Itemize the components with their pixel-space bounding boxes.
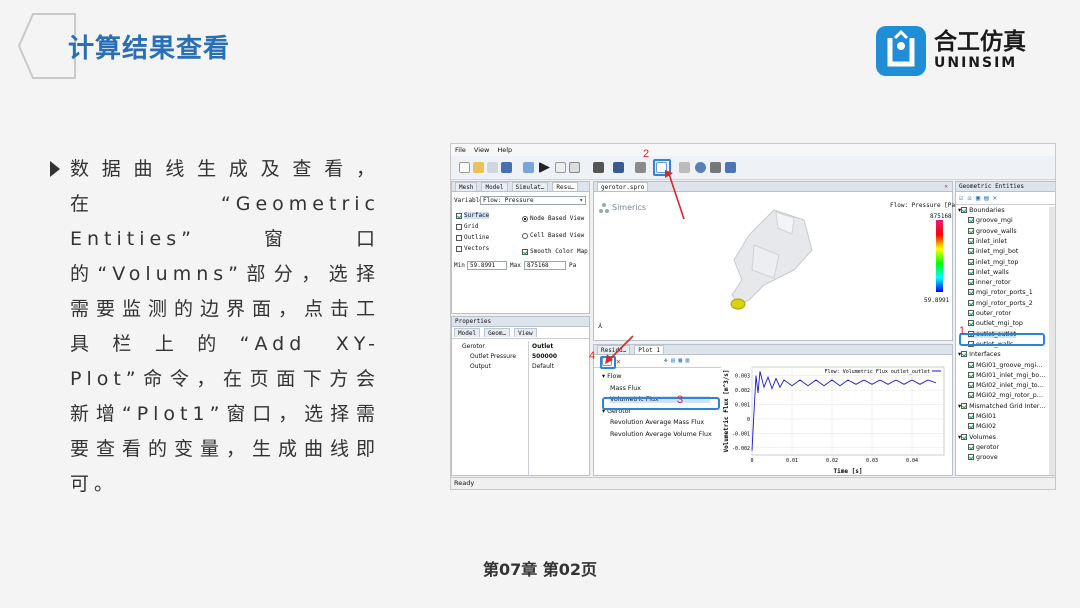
logo-english-text: UNINSIM (934, 55, 1018, 71)
annotation-arrows (605, 170, 685, 364)
logo-icon (876, 26, 926, 76)
bullet-arrow-icon (50, 161, 60, 177)
status-bar: Ready (451, 477, 1055, 489)
logo-chinese-text: 合工仿真 (934, 29, 1026, 55)
simerics-app-window: File View Help 2 Mesh Model Simulat… Res… (450, 143, 1056, 490)
brand-logo: 合工仿真 UNINSIM (876, 26, 1026, 76)
slide-title: 计算结果查看 (68, 34, 231, 64)
bullet-paragraph: 数据曲线生成及查看，在“Geometric Entities”窗口的“Volum… (50, 152, 380, 502)
page-footer: 第07章 第02页 (482, 560, 598, 579)
bullet-text: 数据曲线生成及查看，在“Geometric Entities”窗口的“Volum… (70, 158, 380, 495)
